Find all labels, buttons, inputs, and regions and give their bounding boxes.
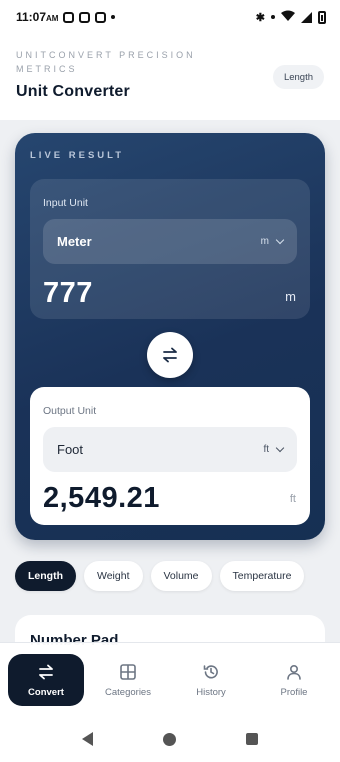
more-notifications-icon bbox=[111, 15, 116, 19]
chevron-down-icon bbox=[275, 443, 285, 453]
back-icon[interactable] bbox=[82, 732, 93, 746]
page-title: Unit Converter bbox=[16, 83, 130, 100]
system-nav-bar bbox=[0, 716, 340, 762]
input-value-unit: m bbox=[285, 289, 296, 304]
output-unit-select-right: ft bbox=[263, 443, 285, 455]
notification-icon bbox=[95, 11, 107, 23]
grid-icon bbox=[118, 662, 138, 682]
nav-convert-label: Convert bbox=[28, 687, 64, 698]
status-ampm: AM bbox=[46, 14, 59, 23]
nav-profile-label: Profile bbox=[280, 687, 308, 698]
app-eyebrow: UNITCONVERT PRECISION METRICS bbox=[16, 50, 196, 74]
output-unit-select[interactable]: Foot ft bbox=[43, 427, 297, 472]
chip-volume[interactable]: Volume bbox=[150, 561, 212, 591]
notification-icon bbox=[63, 11, 75, 23]
chevron-down-icon bbox=[275, 235, 285, 245]
notification-icon bbox=[79, 11, 91, 23]
status-left: 11:07AM bbox=[16, 10, 116, 24]
status-time: 11:07AM bbox=[16, 10, 59, 24]
vibrate-icon bbox=[271, 15, 275, 19]
home-icon[interactable] bbox=[163, 732, 176, 746]
nav-categories[interactable]: Categories bbox=[90, 654, 166, 706]
input-unit-symbol: m bbox=[260, 236, 269, 247]
input-unit-label: Input Unit bbox=[43, 197, 88, 209]
input-unit-select[interactable]: Meter m bbox=[43, 219, 297, 264]
battery-icon bbox=[318, 10, 326, 24]
current-category-chip[interactable]: Length bbox=[272, 65, 324, 89]
chip-temperature[interactable]: Temperature bbox=[219, 561, 305, 591]
cell-signal-icon bbox=[301, 11, 312, 23]
chip-length[interactable]: Length bbox=[15, 561, 76, 591]
output-unit-symbol: ft bbox=[263, 444, 269, 455]
input-unit-name: Meter bbox=[57, 234, 92, 249]
chip-weight[interactable]: Weight bbox=[84, 561, 143, 591]
input-unit-select-right: m bbox=[260, 235, 285, 247]
wifi-icon bbox=[281, 10, 295, 25]
status-bar: 11:07AM ✱ bbox=[0, 0, 340, 34]
swap-icon bbox=[36, 662, 56, 682]
output-value: 2,549.21 bbox=[43, 482, 160, 514]
bluetooth-icon: ✱ bbox=[255, 11, 265, 24]
person-icon bbox=[284, 662, 304, 682]
bottom-nav: Convert Categories History Profile bbox=[0, 642, 340, 716]
app-header: UNITCONVERT PRECISION METRICS Unit Conve… bbox=[0, 34, 340, 120]
nav-history[interactable]: History bbox=[173, 654, 249, 706]
category-chip-row: Length Weight Volume Temperature bbox=[15, 561, 305, 591]
history-icon bbox=[201, 662, 221, 682]
live-result-card: LIVE RESULT Input Unit Meter m 777 m Out… bbox=[15, 133, 325, 540]
output-value-unit: ft bbox=[289, 493, 296, 505]
input-panel: Input Unit Meter m 777 m bbox=[30, 179, 310, 319]
input-value[interactable]: 777 bbox=[43, 277, 93, 310]
nav-history-label: History bbox=[196, 687, 226, 698]
output-unit-name: Foot bbox=[57, 442, 84, 457]
recent-apps-icon[interactable] bbox=[246, 733, 258, 745]
nav-profile[interactable]: Profile bbox=[256, 654, 332, 706]
swap-icon bbox=[163, 347, 177, 363]
swap-units-button[interactable] bbox=[147, 332, 193, 378]
status-right: ✱ bbox=[256, 10, 326, 25]
live-result-label: LIVE RESULT bbox=[30, 150, 125, 161]
nav-convert[interactable]: Convert bbox=[8, 654, 84, 706]
output-unit-label: Output Unit bbox=[43, 405, 97, 417]
nav-categories-label: Categories bbox=[105, 687, 151, 698]
output-panel: Output Unit Foot ft 2,549.21 ft bbox=[30, 387, 310, 525]
